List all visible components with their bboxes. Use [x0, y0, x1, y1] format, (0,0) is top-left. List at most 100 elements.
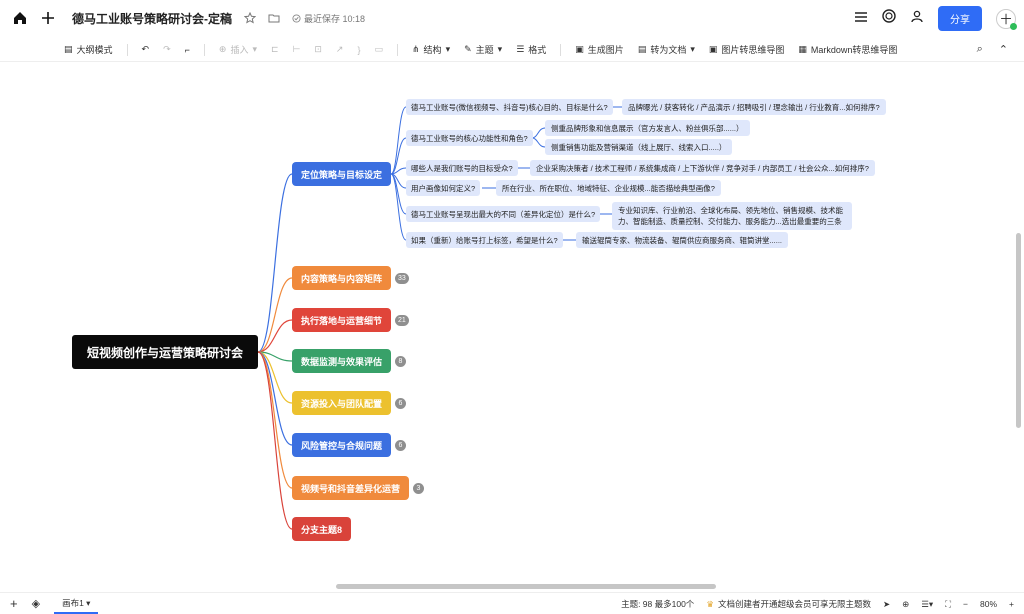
navigate-icon[interactable]: ➤ — [883, 599, 890, 610]
list-view-icon[interactable]: ☰▾ — [921, 599, 933, 610]
parent-topic-icon: ⊡ — [314, 44, 322, 54]
subtopic-question[interactable]: 德马工业账号呈现出最大的不同（差异化定位）是什么? — [406, 206, 601, 222]
menu-icon[interactable] — [854, 10, 868, 28]
save-status-text: 最近保存 10:18 — [304, 13, 366, 24]
subtopic-question[interactable]: 如果（重新）给账号打上标签，希望是什么? — [406, 232, 563, 248]
theme-circle-icon[interactable] — [882, 9, 896, 28]
format-label: 格式 — [528, 45, 547, 55]
save-status: 最近保存 10:18 — [292, 12, 365, 25]
summary-icon: } — [357, 44, 361, 55]
branch-topic[interactable]: 执行落地与运营细节 — [292, 308, 392, 332]
subtopic-question[interactable]: 德马工业账号的核心功能性和角色? — [406, 130, 533, 146]
parent-topic-button[interactable]: ⊡ — [314, 44, 322, 55]
collapsed-count-badge[interactable]: 6 — [395, 440, 406, 451]
fullscreen-icon[interactable]: ⛶ — [945, 599, 951, 610]
plus-icon[interactable] — [38, 8, 58, 28]
subtopic-answer[interactable]: 企业采购决策者 / 技术工程师 / 系统集成商 / 上下游伙伴 / 竞争对手 /… — [530, 160, 875, 176]
subtopic-answer[interactable]: 所在行业、所在职位、地域特征、企业规模...能否描绘典型画像? — [496, 180, 721, 196]
folder-icon[interactable] — [264, 8, 284, 28]
topic-count: 主题: 98 最多100个 — [621, 599, 695, 609]
subtopic-answer[interactable]: 输送辊筒专家、物流装备、辊筒供应商服务商、辊筒讲堂...... — [576, 232, 789, 248]
redo-icon: ↷ — [163, 44, 171, 54]
status-bar: + ◈ 画布1 ▾ 主题: 98 最多100个 ♛ 文档创建者开通超级会员可享无… — [0, 592, 1024, 614]
avatar[interactable]: 十 — [996, 8, 1017, 30]
zoom-out-icon[interactable]: − — [963, 599, 968, 609]
boundary-button[interactable]: ▭ — [374, 44, 383, 55]
generate-image-button[interactable]: ▣ 生成图片 — [575, 43, 624, 56]
format-button[interactable]: ☰ 格式 — [516, 43, 546, 56]
document-title[interactable]: 德马工业账号策略研讨会-定稿 — [72, 10, 232, 27]
subtopic-question[interactable]: 哪些人是我们账号的目标受众? — [406, 160, 518, 176]
toolbar-divider — [126, 43, 128, 56]
summary-button[interactable]: } — [357, 45, 360, 55]
subtopic-answer[interactable]: 侧重品牌形象和信息展示（官方发言人、粉丝俱乐部......） — [545, 120, 750, 136]
subtopic-icon: ⊏ — [270, 44, 279, 54]
structure-label: 结构 — [423, 45, 442, 55]
markdown-to-mindmap-button[interactable]: ▦ Markdown转思维导图 — [798, 43, 897, 56]
subtopic-question[interactable]: 德马工业账号(微信视频号、抖音号)核心目的、目标是什么? — [406, 99, 613, 115]
mindmap-canvas[interactable]: 短视频创作与运营策略研讨会 定位策略与目标设定 内容策略与内容矩阵 33 执行落… — [0, 62, 1024, 590]
insert-button[interactable]: ⊕ 插入 ▾ — [219, 43, 257, 56]
format-icon: ☰ — [516, 44, 525, 54]
theme-label: 主题 — [475, 45, 494, 55]
editor-toolbar: ▤ 大纲模式 ↶ ↷ ⌐ ⊕ 插入 ▾ ⊏ ⊢ ⊡ ↗ } ▭ ⋔ 结构 ▾ ✎… — [0, 38, 1024, 62]
subtopic-question[interactable]: 用户画像如何定义? — [406, 180, 481, 196]
layers-icon[interactable]: ◈ — [32, 597, 40, 610]
user-icon[interactable] — [910, 9, 924, 28]
collapsed-count-badge[interactable]: 8 — [395, 356, 406, 367]
redo-button[interactable]: ↷ — [163, 44, 171, 55]
structure-button[interactable]: ⋔ 结构 ▾ — [412, 43, 450, 56]
subtopic-answer[interactable]: 品牌曝光 / 获客转化 / 产品演示 / 招聘吸引 / 理念输出 / 行业教育.… — [622, 99, 886, 115]
insert-icon: ⊕ — [218, 44, 227, 54]
markdown-icon: ▦ — [798, 44, 807, 54]
home-icon[interactable] — [10, 8, 30, 28]
add-canvas-icon[interactable]: + — [10, 596, 18, 611]
upgrade-notice[interactable]: 文档创建者开通超级会员可享无限主题数 — [718, 598, 871, 610]
undo-button[interactable]: ↶ — [142, 44, 150, 55]
outline-mode-button[interactable]: ▤ 大纲模式 — [64, 43, 113, 56]
horizontal-scrollbar[interactable] — [336, 584, 716, 589]
subtopic-answer[interactable]: 侧重销售功能及营销渠道（线上展厅、线索入口.....） — [545, 139, 733, 155]
branch-topic[interactable]: 数据监测与效果评估 — [292, 349, 392, 373]
zoom-in-icon[interactable]: + — [1009, 599, 1014, 609]
share-button[interactable]: 分享 — [938, 6, 982, 31]
relationship-button[interactable]: ↗ — [336, 44, 344, 55]
structure-icon: ⋔ — [412, 44, 420, 54]
to-document-button[interactable]: ▤ 转为文档 ▾ — [638, 43, 695, 56]
chevron-down-icon: ▾ — [690, 44, 695, 54]
star-icon[interactable] — [240, 8, 260, 28]
collapsed-count-badge[interactable]: 3 — [413, 483, 424, 494]
collapse-toolbar-icon[interactable]: ⌃ — [999, 43, 1008, 56]
vertical-scrollbar[interactable] — [1016, 233, 1021, 428]
root-topic[interactable]: 短视频创作与运营策略研讨会 — [72, 335, 258, 369]
zoom-level[interactable]: 80% — [980, 599, 997, 609]
search-icon[interactable]: ⌕ — [977, 43, 983, 56]
relationship-icon: ↗ — [335, 44, 344, 54]
theme-button[interactable]: ✎ 主题 ▾ — [464, 43, 502, 56]
branch-topic[interactable]: 资源投入与团队配置 — [292, 391, 392, 415]
collapsed-count-badge[interactable]: 6 — [395, 398, 406, 409]
check-circle-icon — [292, 13, 301, 23]
subtopic-button[interactable]: ⊏ — [271, 44, 279, 55]
sibling-topic-button[interactable]: ⊢ — [293, 44, 301, 55]
branch-topic[interactable]: 分支主题8 — [292, 517, 352, 541]
branch-topic[interactable]: 风险管控与合规问题 — [292, 433, 392, 457]
collapsed-count-badge[interactable]: 21 — [395, 315, 409, 326]
collapsed-count-badge[interactable]: 33 — [395, 273, 409, 284]
image-to-mindmap-button[interactable]: ▣ 图片转思维导图 — [709, 43, 785, 56]
branch-topic[interactable]: 内容策略与内容矩阵 — [292, 266, 392, 290]
chevron-down-icon: ▾ — [86, 597, 91, 608]
boundary-icon: ▭ — [374, 44, 383, 54]
branch-topic[interactable]: 视频号和抖音差异化运营 — [292, 476, 410, 500]
branch-topic[interactable]: 定位策略与目标设定 — [292, 162, 392, 186]
locate-icon[interactable]: ⊕ — [902, 599, 909, 610]
image-icon: ▣ — [708, 44, 718, 54]
crown-icon: ♛ — [706, 598, 714, 609]
canvas-tab[interactable]: 画布1 ▾ — [54, 594, 99, 614]
outline-mode-label: 大纲模式 — [76, 45, 113, 55]
canvas-tab-label: 画布1 — [62, 597, 84, 608]
theme-brush-icon: ✎ — [464, 44, 472, 54]
image-to-mindmap-label: 图片转思维导图 — [721, 45, 785, 55]
subtopic-answer[interactable]: 专业知识库、行业前沿、全球化布局、领先地位、销售规模、技术能力、智能制造、质量控… — [612, 202, 852, 230]
format-painter-button[interactable]: ⌐ — [185, 45, 190, 55]
